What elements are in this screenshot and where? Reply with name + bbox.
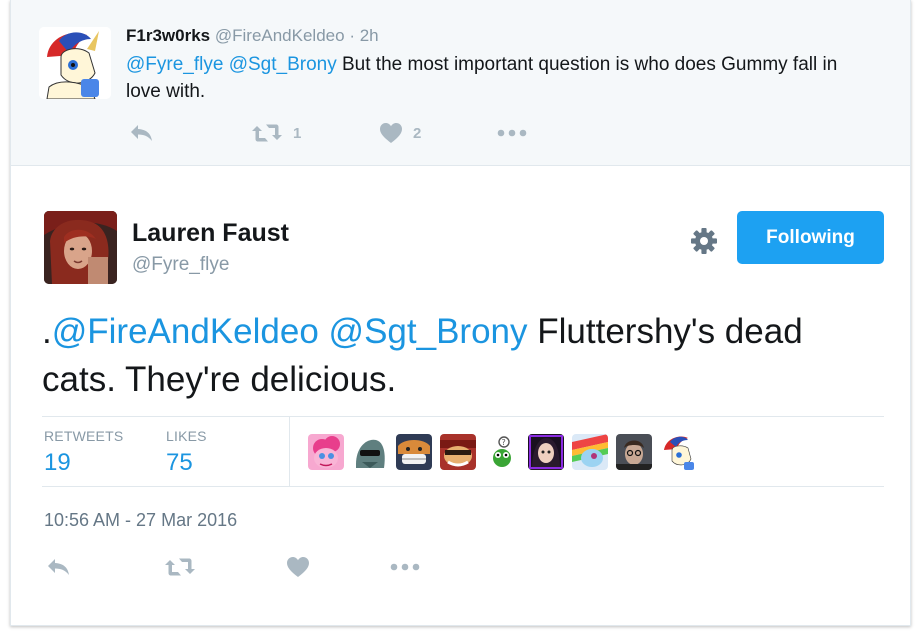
retweet-button[interactable] <box>164 556 286 578</box>
mention-sgt-brony[interactable]: @Sgt_Brony <box>329 312 528 351</box>
reply-mention-fyre[interactable]: @Fyre_flye <box>126 54 223 75</box>
reply-icon <box>131 125 152 141</box>
like-button[interactable]: 2 <box>379 122 497 144</box>
settings-button[interactable] <box>689 226 719 256</box>
author-handle[interactable]: @Fyre_flye <box>132 254 229 276</box>
liker-avatar[interactable] <box>352 434 388 470</box>
heart-icon <box>287 557 309 577</box>
reply-tweet[interactable]: F1r3w0rks @FireAndKeldeo · 2h @Fyre_flye… <box>11 0 910 166</box>
avatar[interactable] <box>39 27 111 99</box>
tweet-prefix: . <box>42 312 52 351</box>
reply-icon <box>48 559 69 575</box>
liker-avatar[interactable] <box>616 434 652 470</box>
retweet-icon <box>165 558 195 576</box>
liker-avatar[interactable] <box>528 434 564 470</box>
reply-button[interactable] <box>129 122 251 144</box>
gear-icon <box>691 228 717 254</box>
more-button[interactable] <box>390 562 420 572</box>
tweet-timestamp[interactable]: 10:56 AM - 27 Mar 2016 <box>44 510 237 531</box>
tweet-stats: RETWEETS 19 LIKES 75 ? <box>42 416 884 487</box>
retweet-count: 1 <box>293 124 302 142</box>
following-button[interactable]: Following <box>737 211 884 264</box>
liker-avatar[interactable] <box>440 434 476 470</box>
tweet-actions <box>46 556 420 578</box>
retweet-button[interactable]: 1 <box>251 122 379 144</box>
tweet-text: .@FireAndKeldeo @Sgt_Brony Fluttershy's … <box>42 308 862 404</box>
more-dots-icon <box>390 563 420 571</box>
reply-separator: · <box>349 26 355 45</box>
retweets-label: RETWEETS <box>44 428 124 444</box>
liker-avatar[interactable]: ? <box>484 434 520 470</box>
liker-avatar[interactable] <box>572 434 608 470</box>
liker-avatar[interactable] <box>660 434 696 470</box>
liker-avatar[interactable] <box>396 434 432 470</box>
likers-avatars: ? <box>308 434 704 470</box>
reply-fullname[interactable]: F1r3w0rks <box>126 26 210 45</box>
reply-button[interactable] <box>46 556 164 578</box>
reply-header: F1r3w0rks @FireAndKeldeo · 2h <box>126 26 379 46</box>
author-fullname[interactable]: Lauren Faust <box>132 219 289 248</box>
like-button[interactable] <box>286 556 390 578</box>
mention-fireandkeldeo[interactable]: @FireAndKeldeo <box>52 312 319 351</box>
stats-divider <box>289 417 290 486</box>
retweets-stat[interactable]: RETWEETS 19 <box>44 428 123 477</box>
like-count: 2 <box>413 124 422 142</box>
retweet-icon <box>252 124 282 142</box>
liker-avatar[interactable] <box>308 434 344 470</box>
likes-label: LIKES <box>166 428 207 444</box>
reply-time[interactable]: 2h <box>360 26 379 45</box>
retweets-value: 19 <box>44 449 71 476</box>
reply-handle[interactable]: @FireAndKeldeo <box>215 26 345 45</box>
avatar[interactable] <box>44 211 117 284</box>
svg-text:?: ? <box>502 438 506 447</box>
reply-mention-sgt[interactable]: @Sgt_Brony <box>229 54 337 75</box>
more-button[interactable] <box>497 128 527 138</box>
likes-stat[interactable]: LIKES 75 <box>166 428 207 477</box>
reply-text: @Fyre_flye @Sgt_Brony But the most impor… <box>126 51 876 105</box>
tweet-card: F1r3w0rks @FireAndKeldeo · 2h @Fyre_flye… <box>10 0 911 626</box>
more-dots-icon <box>497 129 527 137</box>
likes-value: 75 <box>166 449 193 476</box>
heart-icon <box>380 123 402 143</box>
reply-actions: 1 2 <box>129 122 527 144</box>
